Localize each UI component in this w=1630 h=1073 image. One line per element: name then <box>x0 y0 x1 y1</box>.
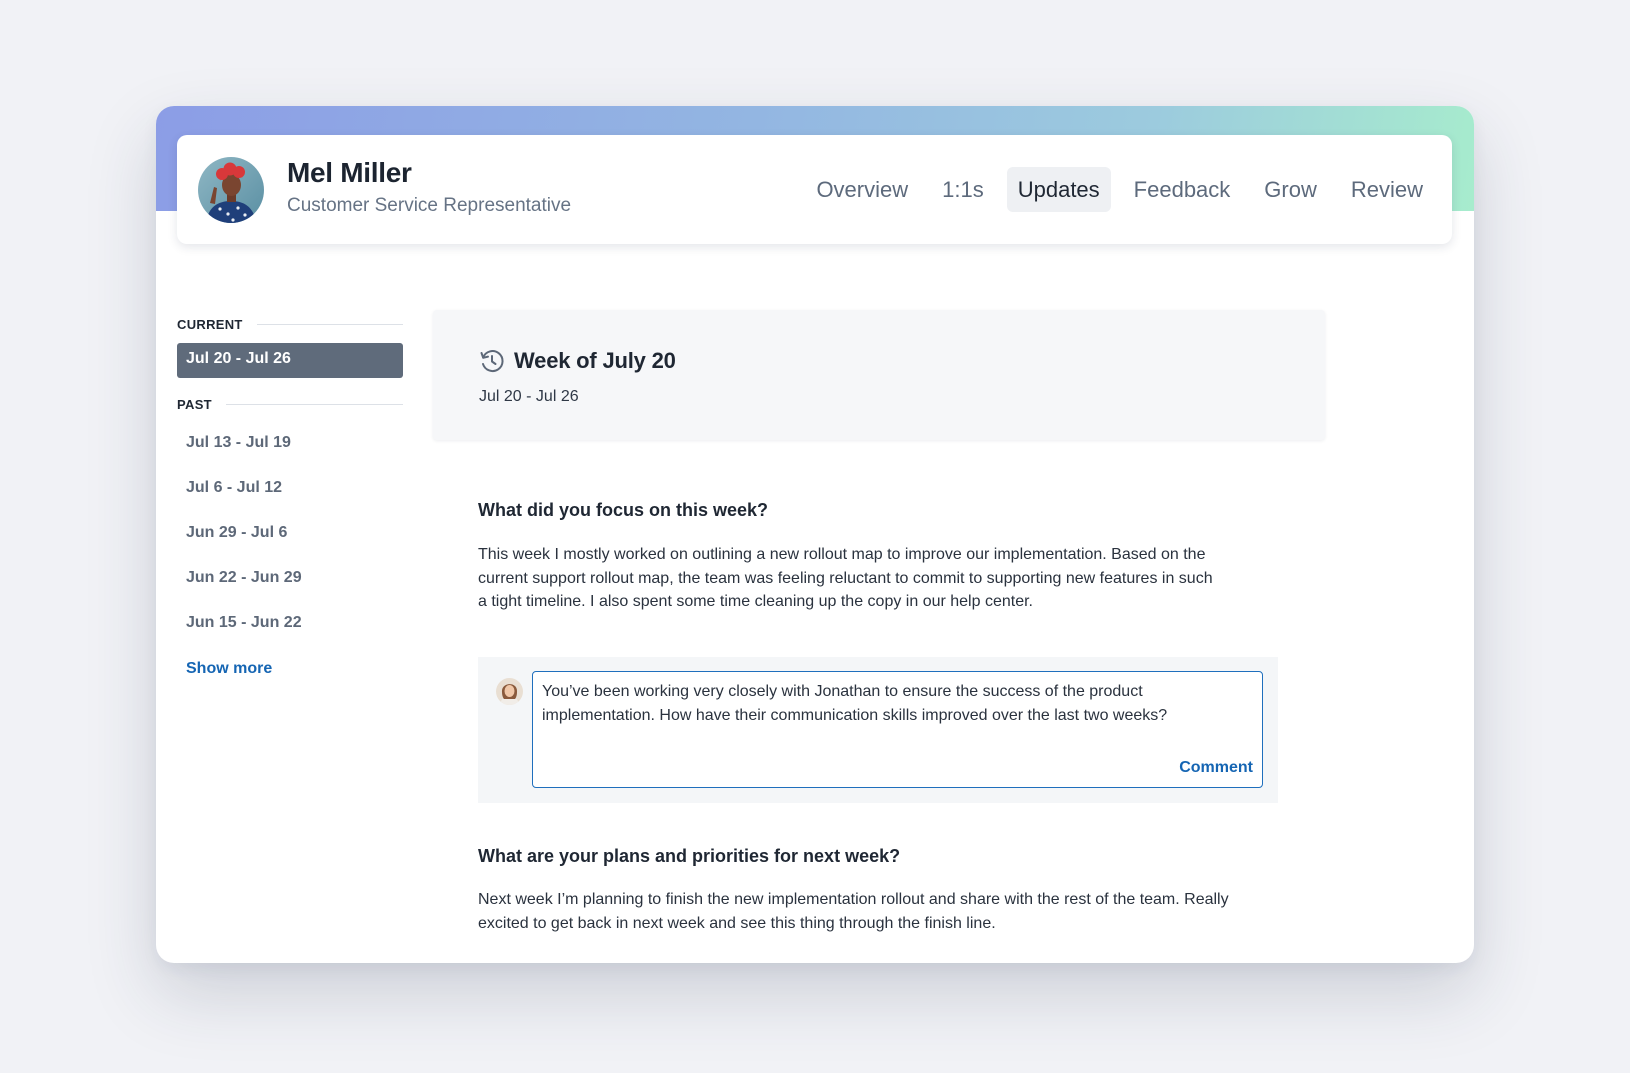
past-label: PAST <box>177 396 212 412</box>
history-icon <box>479 348 505 374</box>
sidebar-item-past-week[interactable]: Jun 29 - Jul 6 <box>177 510 403 555</box>
past-section-label: PAST <box>177 396 403 412</box>
profile-header: Mel Miller Customer Service Representati… <box>177 135 1452 244</box>
comment-button[interactable]: Comment <box>1179 759 1253 777</box>
tab-grow[interactable]: Grow <box>1253 167 1328 212</box>
comment-text[interactable]: You’ve been working very closely with Jo… <box>542 680 1250 728</box>
weeks-sidebar: CURRENT Jul 20 - Jul 26 PAST Jul 13 - Ju… <box>177 316 403 689</box>
week-range: Jul 20 - Jul 26 <box>479 388 579 405</box>
tab-updates[interactable]: Updates <box>1006 167 1111 212</box>
tab-overview[interactable]: Overview <box>805 167 919 212</box>
profile-window: Mel Miller Customer Service Representati… <box>156 106 1474 963</box>
profile-tabs: Overview 1:1s Updates Feedback Grow Revi… <box>793 167 1434 212</box>
tab-one-on-ones[interactable]: 1:1s <box>931 167 995 212</box>
commenter-avatar <box>496 678 523 705</box>
question-heading: What are your plans and priorities for n… <box>478 846 901 866</box>
avatar[interactable] <box>198 157 264 223</box>
question-heading: What did you focus on this week? <box>478 500 769 520</box>
week-title: Week of July 20 <box>514 348 676 373</box>
answer-text: This week I mostly worked on outlining a… <box>478 546 1213 610</box>
divider <box>225 403 403 405</box>
week-summary-card: Week of July 20 Jul 20 - Jul 26 <box>433 310 1325 440</box>
past-weeks-list: Jul 13 - Jul 19 Jul 6 - Jul 12 Jun 29 - … <box>177 420 403 645</box>
tab-review[interactable]: Review <box>1340 167 1434 212</box>
divider <box>256 323 403 325</box>
profile-name: Mel Miller <box>287 157 412 188</box>
tab-feedback[interactable]: Feedback <box>1123 167 1242 212</box>
profile-role: Customer Service Representative <box>287 195 572 216</box>
comment-composer: You’ve been working very closely with Jo… <box>478 657 1278 803</box>
sidebar-item-past-week[interactable]: Jun 15 - Jun 22 <box>177 600 403 645</box>
current-section-label: CURRENT <box>177 316 403 332</box>
comment-input[interactable]: You’ve been working very closely with Jo… <box>532 671 1263 788</box>
sidebar-item-past-week[interactable]: Jul 13 - Jul 19 <box>177 420 403 465</box>
show-more-link[interactable]: Show more <box>177 649 403 689</box>
answer-text: Next week I’m planning to finish the new… <box>478 891 1229 932</box>
current-label: CURRENT <box>177 316 243 332</box>
sidebar-item-current-week[interactable]: Jul 20 - Jul 26 <box>177 343 403 378</box>
sidebar-item-past-week[interactable]: Jul 6 - Jul 12 <box>177 465 403 510</box>
sidebar-item-past-week[interactable]: Jun 22 - Jun 29 <box>177 555 403 600</box>
